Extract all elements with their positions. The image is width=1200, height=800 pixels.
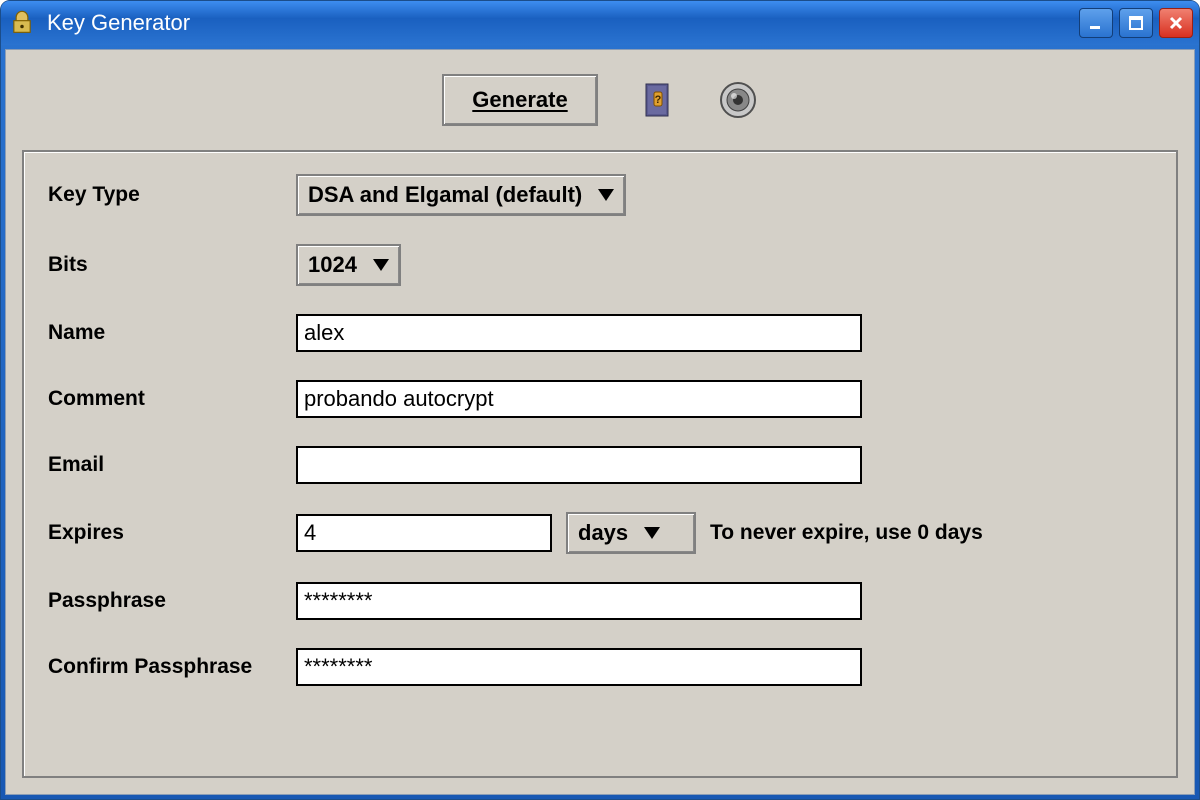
expires-unit-select[interactable]: days <box>566 512 696 554</box>
name-label: Name <box>48 321 296 345</box>
email-input[interactable] <box>296 446 862 484</box>
disc-icon[interactable] <box>718 80 758 120</box>
name-input[interactable] <box>296 314 862 352</box>
key-type-label: Key Type <box>48 183 296 207</box>
chevron-down-icon <box>644 527 660 539</box>
row-passphrase: Passphrase <box>48 582 1152 620</box>
expires-unit-value: days <box>578 520 628 546</box>
svg-text:?: ? <box>654 94 661 106</box>
window: Key Generator Generate ? <box>0 0 1200 800</box>
bits-value: 1024 <box>308 252 357 278</box>
row-key-type: Key Type DSA and Elgamal (default) <box>48 174 1152 216</box>
generate-button-label: Generate <box>472 87 567 112</box>
key-type-value: DSA and Elgamal (default) <box>308 182 582 208</box>
row-name: Name <box>48 314 1152 352</box>
row-confirm-passphrase: Confirm Passphrase <box>48 648 1152 686</box>
bits-select[interactable]: 1024 <box>296 244 401 286</box>
confirm-passphrase-label: Confirm Passphrase <box>48 655 296 679</box>
chevron-down-icon <box>598 189 614 201</box>
passphrase-input[interactable] <box>296 582 862 620</box>
client-area: Generate ? Key <box>5 49 1195 795</box>
minimize-button[interactable] <box>1079 8 1113 38</box>
key-type-select[interactable]: DSA and Elgamal (default) <box>296 174 626 216</box>
toolbar: Generate ? <box>22 66 1178 134</box>
window-title: Key Generator <box>47 10 1079 36</box>
email-label: Email <box>48 453 296 477</box>
expires-hint: To never expire, use 0 days <box>710 521 983 545</box>
row-email: Email <box>48 446 1152 484</box>
passphrase-label: Passphrase <box>48 589 296 613</box>
maximize-button[interactable] <box>1119 8 1153 38</box>
row-bits: Bits 1024 <box>48 244 1152 286</box>
row-comment: Comment <box>48 380 1152 418</box>
expires-label: Expires <box>48 521 296 545</box>
bits-label: Bits <box>48 253 296 277</box>
row-expires: Expires days To never expire, use 0 days <box>48 512 1152 554</box>
titlebar[interactable]: Key Generator <box>1 1 1199 45</box>
padlock-icon <box>7 8 37 38</box>
close-button[interactable] <box>1159 8 1193 38</box>
chevron-down-icon <box>373 259 389 271</box>
help-book-icon[interactable]: ? <box>638 80 678 120</box>
form-panel: Key Type DSA and Elgamal (default) Bits … <box>22 150 1178 778</box>
expires-input[interactable] <box>296 514 552 552</box>
comment-label: Comment <box>48 387 296 411</box>
window-buttons <box>1079 8 1193 38</box>
generate-button[interactable]: Generate <box>442 74 597 126</box>
comment-input[interactable] <box>296 380 862 418</box>
confirm-passphrase-input[interactable] <box>296 648 862 686</box>
